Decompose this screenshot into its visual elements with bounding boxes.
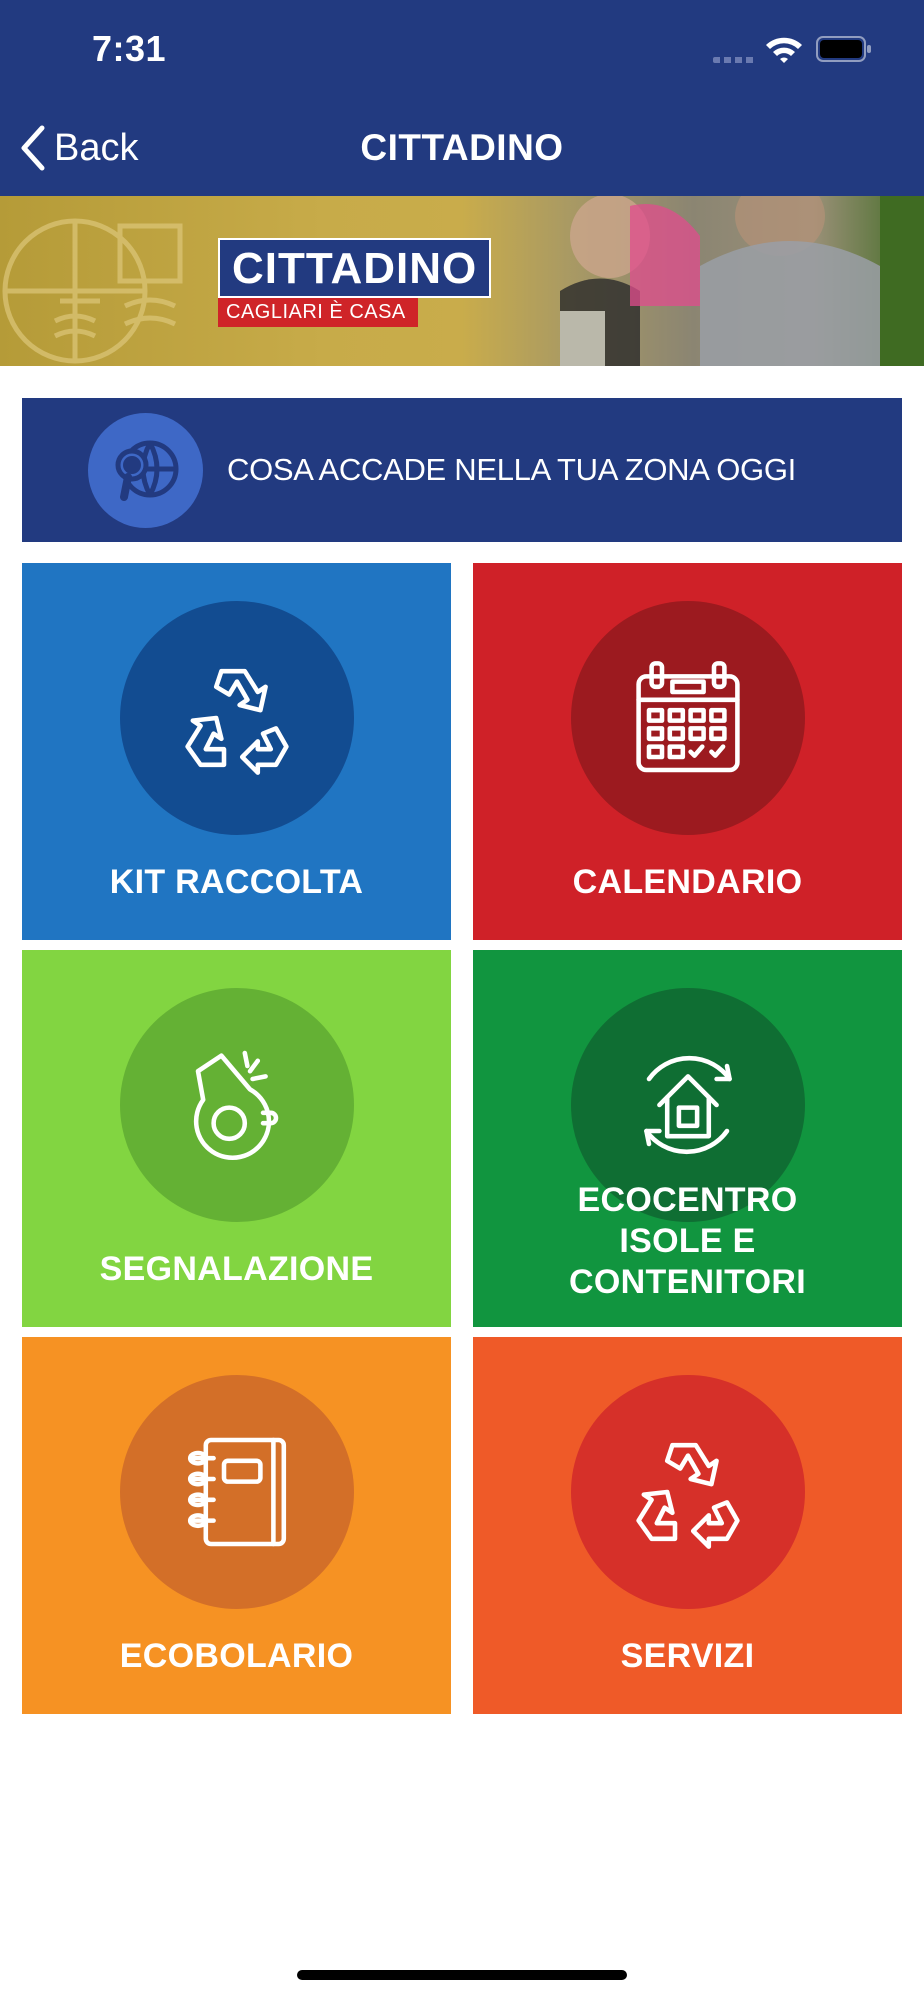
tile-label-line: ISOLE E xyxy=(619,1222,756,1260)
tile-calendario[interactable]: CALENDARIO xyxy=(473,563,902,940)
chevron-left-icon xyxy=(21,125,45,171)
cellular-signal-icon xyxy=(713,57,755,63)
tile-label: SEGNALAZIONE xyxy=(99,1250,374,1288)
tile-ecobolario[interactable]: ECOBOLARIO xyxy=(22,1337,451,1714)
tile-ecocentro[interactable]: ECOCENTRO ISOLE E CONTENITORI xyxy=(473,950,902,1327)
brand-title: CITTADINO xyxy=(218,238,492,298)
back-button[interactable]: Back xyxy=(16,120,138,176)
tile-label: CALENDARIO xyxy=(572,863,803,901)
recycle-icon xyxy=(571,1375,805,1609)
tile-label-line: CONTENITORI xyxy=(569,1263,806,1301)
tile-label: KIT RACCOLTA xyxy=(109,863,364,901)
tile-label-line: ECOCENTRO xyxy=(577,1181,798,1219)
tile-kit-raccolta[interactable]: KIT RACCOLTA xyxy=(22,563,451,940)
status-bar: 7:31 xyxy=(0,0,924,100)
hero-banner: CITTADINO CAGLIARI È CASA xyxy=(0,196,924,366)
status-time: 7:31 xyxy=(92,28,167,69)
tile-label: SERVIZI xyxy=(620,1637,755,1675)
navigation-bar: Back CITTADINO xyxy=(0,100,924,196)
notebook-icon xyxy=(120,1375,354,1609)
recycle-icon xyxy=(120,601,354,835)
zone-news-button[interactable]: COSA ACCADE NELLA TUA ZONA OGGI xyxy=(22,398,902,542)
home-indicator[interactable] xyxy=(297,1970,627,1980)
calendar-icon xyxy=(571,601,805,835)
tile-label: ECOCENTRO ISOLE E CONTENITORI xyxy=(473,1180,902,1303)
brand-subtitle: CAGLIARI È CASA xyxy=(218,298,418,327)
wifi-icon xyxy=(766,37,802,63)
brand-logo: CITTADINO CAGLIARI È CASA xyxy=(218,238,492,327)
back-label: Back xyxy=(54,126,139,169)
zone-news-label: COSA ACCADE NELLA TUA ZONA OGGI xyxy=(227,452,796,487)
page-title: CITTADINO xyxy=(360,127,564,168)
tile-segnalazione[interactable]: SEGNALAZIONE xyxy=(22,950,451,1327)
tile-servizi[interactable]: SERVIZI xyxy=(473,1337,902,1714)
globe-search-icon xyxy=(88,413,203,528)
battery-icon xyxy=(816,36,871,62)
whistle-icon xyxy=(120,988,354,1222)
tile-label: ECOBOLARIO xyxy=(119,1637,354,1675)
